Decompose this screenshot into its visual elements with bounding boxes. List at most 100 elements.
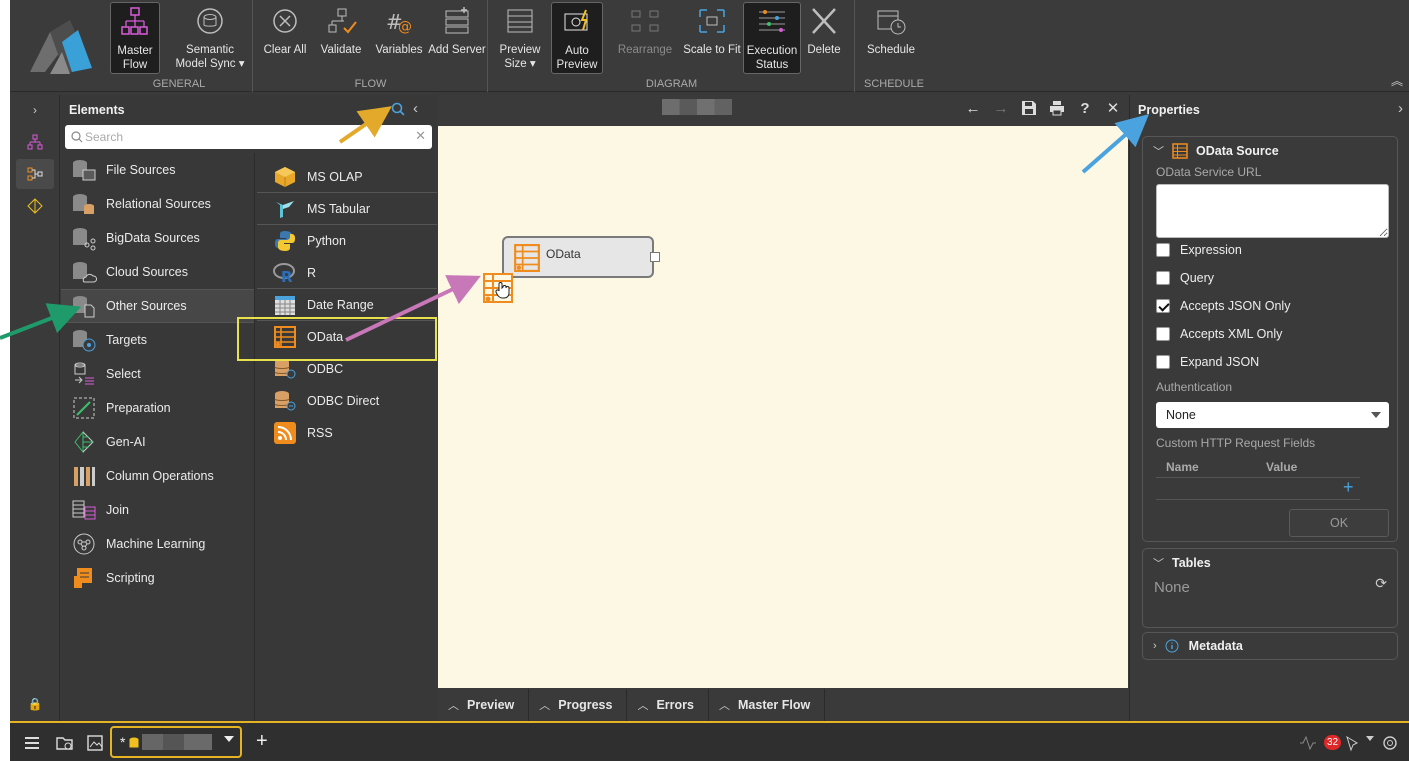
document-tab[interactable]: * — [110, 726, 242, 758]
preview-size-button[interactable]: Preview Size ▾ — [491, 2, 549, 74]
schedule-button[interactable]: Schedule — [862, 2, 920, 74]
rearrange-icon — [631, 10, 659, 32]
image-folder-icon[interactable] — [86, 734, 106, 752]
scale-to-fit-button[interactable]: Scale to Fit — [683, 2, 741, 74]
collapse-panel-icon[interactable]: ‹ — [413, 100, 418, 117]
master-flow-button[interactable]: Master Flow — [110, 2, 160, 74]
category-gen-ai[interactable]: Gen-AI — [61, 425, 255, 459]
search-input[interactable] — [85, 128, 405, 146]
category-bigdata-sources[interactable]: BigData Sources — [61, 221, 255, 255]
checkbox-box[interactable] — [1156, 299, 1170, 313]
auto-preview-button[interactable]: Auto Preview — [551, 2, 603, 74]
expand-json-checkbox[interactable]: Expand JSON — [1156, 355, 1259, 369]
category-label: Relational Sources — [106, 197, 211, 211]
element-python[interactable]: Python — [257, 225, 437, 257]
delete-button[interactable]: Delete — [795, 2, 853, 74]
element-r[interactable]: RR — [257, 257, 437, 289]
schedule-icon — [877, 10, 906, 35]
help-icon[interactable]: ? — [1076, 100, 1094, 118]
checkbox-label: Query — [1180, 271, 1215, 285]
element-ms-olap[interactable]: MS OLAP — [257, 161, 437, 193]
folder-icon[interactable] — [55, 734, 75, 752]
dropdown-caret-icon[interactable] — [224, 736, 234, 742]
checkbox-box[interactable] — [1156, 271, 1170, 285]
rearrange-button[interactable]: Rearrange — [613, 2, 677, 74]
category-select[interactable]: Select — [61, 357, 255, 391]
query-checkbox[interactable]: Query — [1156, 271, 1214, 285]
close-icon[interactable]: ✕ — [1104, 100, 1122, 118]
tab-master-flow[interactable]: ︿ Master Flow — [709, 689, 826, 721]
other-sources-icon — [73, 296, 95, 318]
notification-badge[interactable]: 32 — [1324, 735, 1341, 750]
odata-source-icon — [1172, 143, 1188, 159]
category-cloud-sources[interactable]: Cloud Sources — [61, 255, 255, 289]
tab-errors[interactable]: ︿ Errors — [627, 689, 709, 721]
expand-panel-icon[interactable]: › — [16, 95, 54, 125]
undo-icon[interactable]: ← — [964, 100, 982, 118]
category-column-operations[interactable]: Column Operations — [61, 459, 255, 493]
expression-checkbox[interactable]: Expression — [1156, 243, 1242, 257]
save-icon[interactable] — [1020, 100, 1038, 118]
checkbox-box[interactable] — [1156, 355, 1170, 369]
category-relational-sources[interactable]: Relational Sources — [61, 187, 255, 221]
pin-icon[interactable] — [1342, 734, 1362, 752]
service-url-field[interactable] — [1156, 184, 1389, 238]
redo-icon[interactable]: → — [992, 100, 1010, 118]
element-ms-tabular[interactable]: MS Tabular — [257, 193, 437, 225]
category-preparation[interactable]: Preparation — [61, 391, 255, 425]
status-bar: * + 32 — [10, 721, 1409, 761]
tab-progress[interactable]: ︿ Progress — [529, 689, 628, 721]
validate-button[interactable]: Validate — [312, 2, 370, 74]
targets-icon — [73, 330, 96, 352]
clear-search-icon[interactable]: ✕ — [415, 128, 426, 144]
variables-button[interactable]: # @ Variables — [370, 2, 428, 74]
rail-model-icon[interactable] — [16, 191, 54, 221]
odata-source-header[interactable]: ﹀ OData Source — [1153, 143, 1279, 159]
print-icon[interactable] — [1048, 100, 1066, 118]
add-field-icon[interactable]: + — [1343, 477, 1354, 498]
properties-title: Properties — [1138, 103, 1200, 117]
flow-canvas[interactable]: OData — [438, 126, 1128, 688]
metadata-header[interactable]: › Metadata — [1153, 639, 1243, 653]
category-join[interactable]: Join — [61, 493, 255, 527]
clear-all-button[interactable]: Clear All — [256, 2, 314, 74]
tab-preview[interactable]: ︿ Preview — [438, 689, 530, 721]
rail-master-flow-icon[interactable] — [16, 127, 54, 157]
ok-button[interactable]: OK — [1289, 509, 1389, 537]
activity-icon[interactable] — [1298, 734, 1318, 752]
accepts-json-only-checkbox[interactable]: Accepts JSON Only — [1156, 299, 1290, 313]
category-targets[interactable]: Targets — [61, 323, 255, 357]
element-odbc-direct[interactable]: ODBC Direct — [257, 385, 437, 417]
lock-icon[interactable]: 🔒 — [16, 689, 54, 719]
accepts-xml-only-checkbox[interactable]: Accepts XML Only — [1156, 327, 1282, 341]
semantic-model-sync-button[interactable]: Semantic Model Sync ▾ — [172, 2, 248, 74]
ribbon-group-label-schedule: SCHEDULE — [864, 78, 924, 90]
expand-properties-icon[interactable]: › — [1398, 100, 1403, 117]
ms-tabular-icon — [276, 200, 294, 218]
checkbox-box[interactable] — [1156, 327, 1170, 341]
category-file-sources[interactable]: File Sources — [61, 153, 255, 187]
add-tab-button[interactable]: + — [256, 730, 268, 753]
menu-icon[interactable] — [22, 734, 42, 752]
category-other-sources[interactable]: Other Sources — [61, 289, 255, 323]
category-scripting[interactable]: Scripting — [61, 561, 255, 595]
rail-flow-icon[interactable] — [16, 159, 54, 189]
add-server-button[interactable]: Add Server — [428, 2, 486, 74]
collapse-ribbon-icon[interactable]: ︽ — [1391, 72, 1403, 89]
options-caret-icon[interactable] — [1366, 736, 1374, 741]
tables-header[interactable]: ﹀ Tables — [1153, 555, 1211, 571]
odata-node[interactable]: OData — [502, 236, 660, 278]
preview-size-label: Preview Size ▾ — [499, 44, 541, 70]
ribbon-group-flow: Clear All Validate # @ Variables Add Serv… — [254, 0, 488, 92]
checkbox-box[interactable] — [1156, 243, 1170, 257]
execution-status-icon — [759, 10, 785, 32]
category-machine-learning[interactable]: Machine Learning — [61, 527, 255, 561]
refresh-icon[interactable]: ⟳ — [1375, 575, 1387, 592]
node-output-port[interactable] — [650, 252, 660, 262]
execution-status-button[interactable]: Execution Status — [743, 2, 801, 74]
spiral-icon[interactable] — [1380, 734, 1400, 752]
semantic-sync-icon — [197, 8, 223, 34]
search-toggle-icon[interactable] — [391, 102, 405, 116]
element-rss[interactable]: RSS — [257, 417, 437, 449]
authentication-select[interactable]: None — [1156, 402, 1389, 428]
